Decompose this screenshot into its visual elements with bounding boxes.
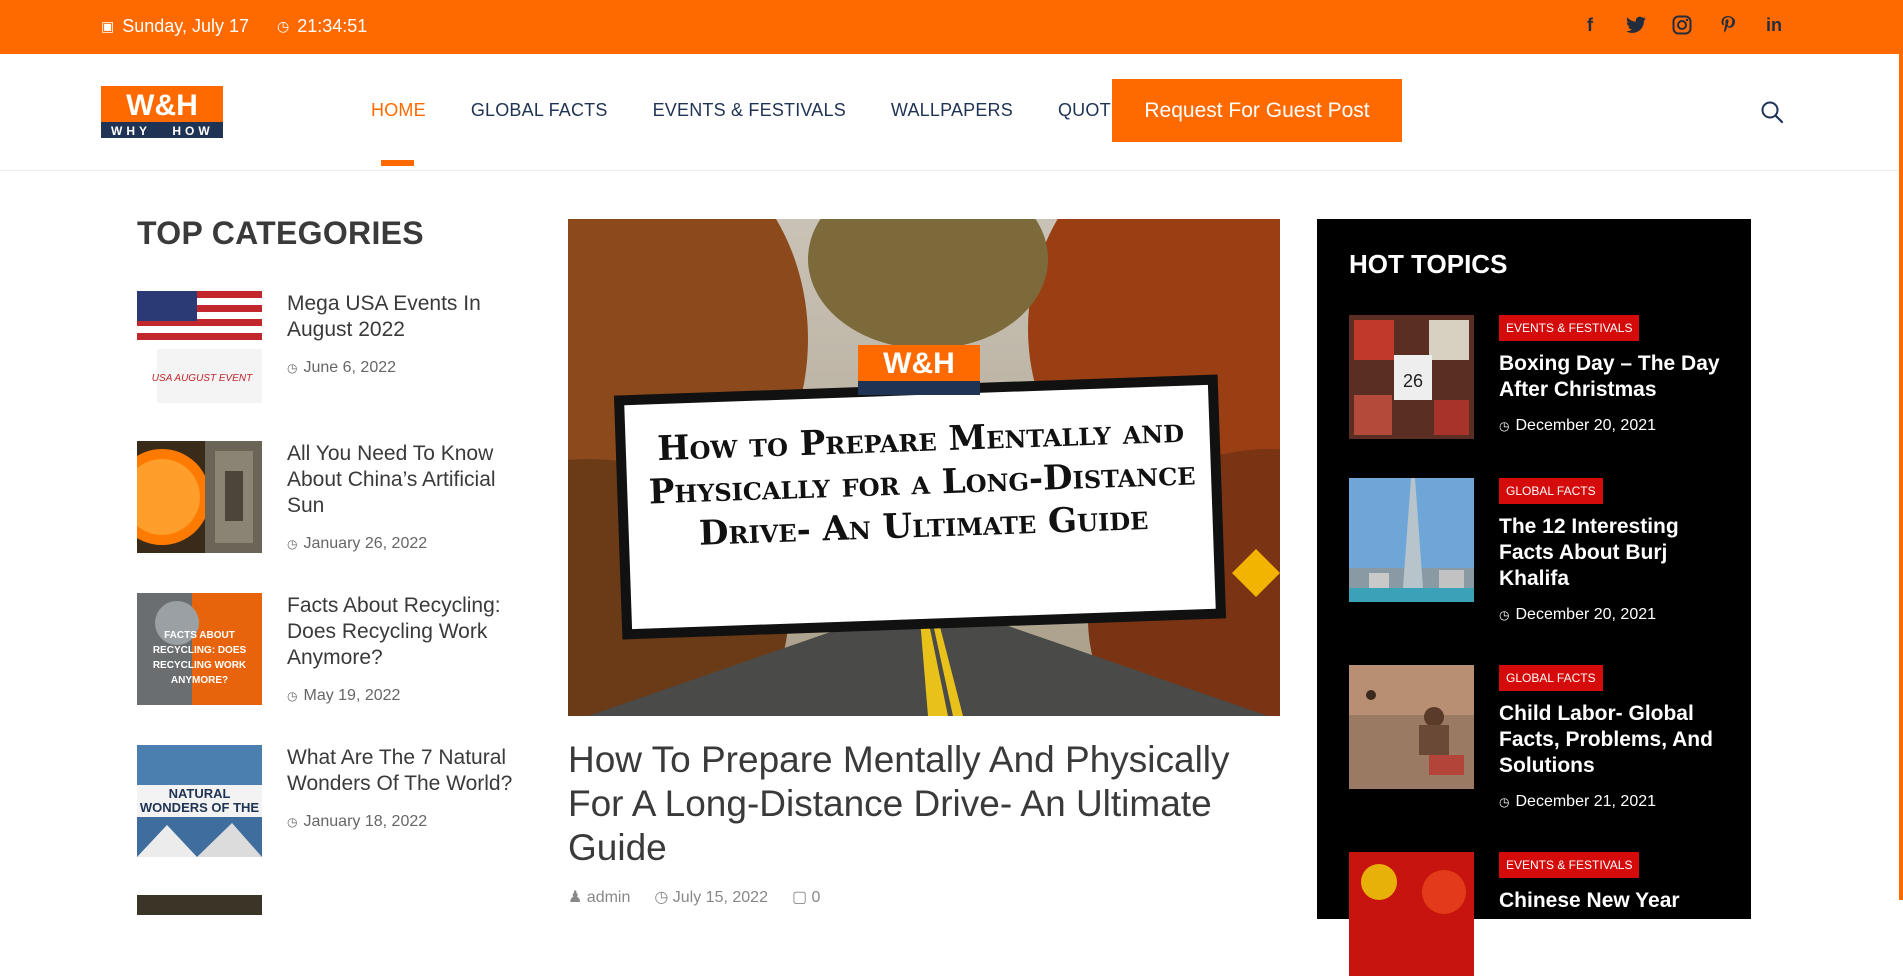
top-bar: ▣ Sunday, July 17 ◷ 21:34:51 f in [0, 0, 1903, 54]
user-icon: ♟ [568, 889, 587, 906]
post-comments[interactable]: ▢ 0 [792, 887, 820, 907]
post-thumbnail[interactable] [1349, 478, 1474, 602]
clock-icon: ◷ [287, 537, 298, 551]
clock-icon: ◷ [1499, 608, 1510, 622]
post-date: ◷ December 20, 2021 [1499, 606, 1657, 623]
clock-icon: ◷ [1499, 795, 1510, 809]
date-time: ▣ Sunday, July 17 ◷ 21:34:51 [101, 16, 367, 37]
post-thumbnail[interactable]: USA AUGUST EVENT [137, 291, 262, 403]
search-icon[interactable] [1760, 100, 1784, 124]
featured-post-image[interactable]: W&H How to Prepare Mentally and Physical… [568, 219, 1280, 716]
instagram-icon[interactable] [1671, 14, 1693, 36]
clock-icon: ◷ [287, 361, 298, 375]
facebook-icon[interactable]: f [1579, 14, 1601, 36]
post-title[interactable]: What Are The 7 Natural Wonders Of The Wo… [287, 745, 537, 797]
nav-events-festivals[interactable]: EVENTS & FESTIVALS [653, 100, 846, 121]
svg-text:26: 26 [1403, 371, 1423, 391]
scrollbar[interactable] [1899, 0, 1903, 900]
post-thumbnail[interactable]: NATURAL WONDERS OF THE WORLD [137, 745, 262, 857]
svg-text:USA AUGUST EVENT: USA AUGUST EVENT [152, 373, 253, 384]
post-date: ◷ June 6, 2022 [287, 359, 397, 376]
clock-icon: ◷ [654, 889, 673, 906]
hot-topics: HOT TOPICS 26 EVENTS & FESTIVALS Boxing … [1317, 219, 1751, 976]
post-thumbnail[interactable] [137, 895, 262, 915]
post-date: ◷ July 15, 2022 [654, 889, 768, 906]
post-thumbnail[interactable]: 26 [1349, 315, 1474, 439]
pinterest-icon[interactable] [1717, 14, 1739, 36]
svg-text:HOW: HOW [172, 124, 213, 138]
svg-text:WHY: WHY [111, 124, 151, 138]
site-header: W&H WHY HOW HOME GLOBAL FACTS EVENTS & F… [0, 54, 1899, 171]
post-title[interactable]: All You Need To Know About China’s Artif… [287, 441, 537, 519]
post-thumbnail[interactable] [1349, 665, 1474, 789]
site-logo[interactable]: W&H WHY HOW [101, 86, 223, 138]
clock-icon: ◷ [287, 689, 298, 703]
nav-global-facts[interactable]: GLOBAL FACTS [471, 100, 608, 121]
current-date: Sunday, July 17 [122, 16, 249, 36]
social-links: f in [1579, 14, 1785, 36]
clock-icon: ◷ [276, 18, 290, 34]
post-thumbnail[interactable] [1349, 852, 1474, 976]
category-badge[interactable]: GLOBAL FACTS [1499, 665, 1603, 691]
twitter-icon[interactable] [1625, 14, 1647, 36]
post-title[interactable]: Mega USA Events In August 2022 [287, 291, 537, 343]
svg-text:W&H: W&H [883, 347, 955, 380]
clock-icon: ◷ [287, 815, 298, 829]
post-author[interactable]: ♟ admin [568, 887, 630, 907]
post-date: ◷ May 19, 2022 [287, 687, 401, 704]
featured-post-title[interactable]: How To Prepare Mentally And Physically F… [568, 738, 1280, 870]
guest-post-button[interactable]: Request For Guest Post [1112, 79, 1402, 142]
calendar-icon: ▣ [101, 18, 115, 34]
post-title[interactable]: Facts About Recycling: Does Recycling Wo… [287, 593, 537, 671]
post-title[interactable]: The 12 Interesting Facts About Burj Khal… [1499, 514, 1729, 592]
post-title[interactable]: Child Labor- Global Facts, Problems, And… [1499, 701, 1729, 779]
post-thumbnail[interactable] [137, 441, 262, 553]
nav-wallpapers[interactable]: WALLPAPERS [891, 100, 1013, 121]
comment-icon: ▢ [791, 889, 812, 906]
clock-icon: ◷ [1499, 419, 1510, 433]
top-categories-title: TOP CATEGORIES [137, 215, 424, 251]
nav-home[interactable]: HOME [371, 100, 426, 121]
post-date: ◷ December 21, 2021 [1499, 793, 1657, 810]
nav-active-indicator [381, 160, 414, 166]
category-badge[interactable]: GLOBAL FACTS [1499, 478, 1603, 504]
svg-text:W&H: W&H [126, 89, 198, 122]
post-date: ◷ January 26, 2022 [287, 535, 428, 552]
post-date: ◷ January 18, 2022 [287, 813, 428, 830]
hot-topics-title: HOT TOPICS [1349, 249, 1508, 279]
current-time: 21:34:51 [297, 16, 368, 36]
top-categories: TOP CATEGORIES USA AUGUST EVENT Mega USA… [137, 215, 537, 915]
category-badge[interactable]: EVENTS & FESTIVALS [1499, 852, 1640, 878]
post-title[interactable]: Boxing Day – The Day After Christmas [1499, 351, 1729, 403]
linkedin-icon[interactable]: in [1763, 14, 1785, 36]
main-nav: HOME GLOBAL FACTS EVENTS & FESTIVALS WAL… [371, 100, 1135, 121]
post-thumbnail[interactable]: FACTS ABOUT RECYCLING: DOES RECYCLING WO… [137, 593, 262, 705]
post-meta: ♟ admin ◷ July 15, 2022 ▢ 0 [568, 887, 820, 907]
post-date: ◷ December 20, 2021 [1499, 417, 1657, 434]
category-badge[interactable]: EVENTS & FESTIVALS [1499, 315, 1640, 341]
post-title[interactable]: Chinese New Year [1499, 888, 1729, 914]
